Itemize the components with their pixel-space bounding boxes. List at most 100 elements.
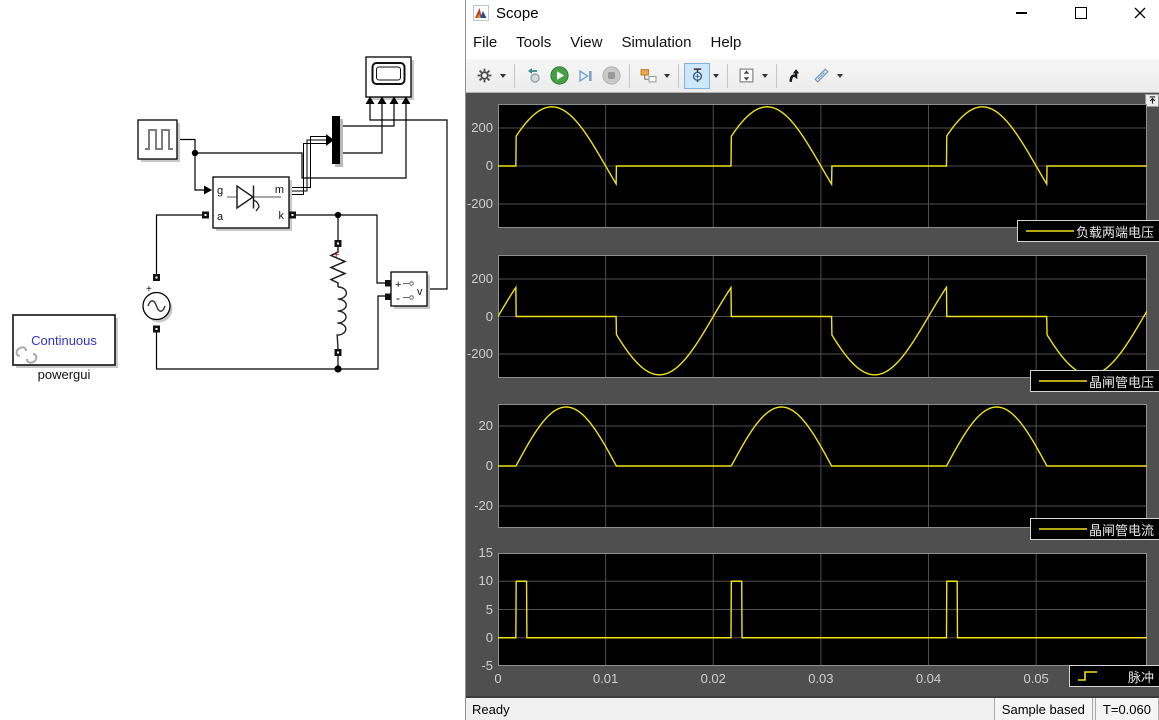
powergui-mode-label: Continuous	[31, 333, 97, 348]
port-square-k-center	[292, 214, 294, 216]
menu-simulation[interactable]: Simulation	[621, 34, 691, 51]
step-forward-icon	[576, 67, 594, 85]
toolbar-separator	[629, 64, 630, 88]
port-label-m: m	[275, 184, 284, 196]
panel-arrow-icon	[1147, 95, 1158, 106]
measurements-ruler-icon	[813, 67, 830, 84]
statusbar: Ready Sample based T=0.060	[466, 696, 1159, 720]
plot-svg-thyristor-voltage	[498, 255, 1147, 378]
port-label-a: a	[217, 211, 224, 223]
rlc-port-bottom-center	[337, 352, 339, 354]
vm-port-plus	[385, 280, 392, 287]
matlab-scope-icon	[473, 5, 489, 21]
voltage-measurement-block[interactable]: + - v	[385, 272, 430, 309]
trigger-dropdown[interactable]	[710, 63, 722, 89]
signal-layout-dropdown[interactable]	[661, 63, 673, 89]
y-tick-label: -20	[466, 498, 493, 513]
status-sample-mode: Sample based	[994, 698, 1093, 720]
stop-icon	[602, 66, 621, 85]
toolbar	[466, 59, 1159, 93]
trigger-button[interactable]	[684, 63, 710, 89]
toolbar-separator	[678, 64, 679, 88]
y-tick-label: 10	[466, 573, 493, 588]
x-tick-label: 0.04	[907, 671, 951, 686]
vm-port-minus	[385, 294, 392, 301]
zoom-fit-dropdown[interactable]	[759, 63, 771, 89]
screen: g m a k	[0, 0, 1159, 720]
zoom-fit-icon	[738, 67, 755, 84]
menu-file[interactable]: File	[473, 34, 497, 51]
stop-button[interactable]	[598, 63, 624, 89]
maximize-icon	[1075, 7, 1087, 19]
status-cells: Sample based T=0.060	[992, 698, 1159, 720]
source-port-plus-center	[156, 277, 158, 279]
toolbar-separator	[727, 64, 728, 88]
expand-panel-button[interactable]	[1145, 94, 1159, 107]
maximize-button[interactable]	[1058, 0, 1103, 26]
plot-svg-gate-pulse	[498, 553, 1147, 666]
legend-thyristor-voltage[interactable]: 晶闸管电压	[1030, 370, 1159, 392]
legend-label: 晶闸管电压	[1089, 372, 1159, 391]
legend-label: 晶闸管电流	[1089, 520, 1159, 539]
port-square-a-center	[205, 214, 207, 216]
status-text: Ready	[472, 702, 510, 717]
measurements-button[interactable]	[808, 63, 834, 89]
wire-demux-out2	[341, 104, 382, 153]
source-plus-label: +	[146, 284, 152, 295]
demux-block[interactable]	[332, 116, 343, 167]
snapshot-icon	[787, 67, 804, 84]
step-forward-button[interactable]	[572, 63, 598, 89]
menu-help[interactable]: Help	[711, 34, 742, 51]
port-label-g: g	[217, 185, 223, 197]
scope-plot-thyristor-voltage[interactable]	[498, 255, 1147, 378]
legend-label: 负载两端电压	[1076, 222, 1159, 241]
menu-view[interactable]: View	[570, 34, 602, 51]
scope-plot-thyristor-current[interactable]	[498, 404, 1147, 528]
ac-voltage-source-block[interactable]: +	[143, 274, 173, 333]
junction-dot	[334, 365, 341, 372]
thyristor-block[interactable]: g m a k	[202, 177, 296, 231]
status-sim-time: T=0.060	[1095, 698, 1159, 720]
step-back-button[interactable]	[520, 63, 546, 89]
inductor-icon	[337, 287, 346, 349]
signal-layout-icon	[640, 67, 657, 84]
scope-display-area: 2000-200负载两端电压2000-200晶闸管电压200-20晶闸管电流15…	[466, 93, 1159, 696]
zoom-fit-button[interactable]	[733, 63, 759, 89]
settings-button[interactable]	[471, 63, 497, 89]
pulse-generator-block[interactable]	[138, 120, 180, 162]
model-diagram: g m a k	[0, 0, 465, 720]
settings-dropdown[interactable]	[497, 63, 509, 89]
close-button[interactable]	[1117, 0, 1159, 26]
titlebar[interactable]: Scope	[466, 0, 1159, 26]
window-title: Scope	[496, 5, 539, 22]
scope-plot-gate-pulse[interactable]	[498, 553, 1147, 666]
y-tick-label: 0	[466, 309, 493, 324]
plot-svg-thyristor-current	[498, 404, 1147, 528]
close-icon	[1134, 7, 1146, 19]
legend-thyristor-current[interactable]: 晶闸管电流	[1030, 518, 1159, 540]
snapshot-button[interactable]	[782, 63, 808, 89]
junction-dot	[335, 212, 341, 218]
scope-block[interactable]	[366, 57, 415, 104]
run-button[interactable]	[546, 63, 572, 89]
scope-plot-load-voltage[interactable]	[498, 104, 1147, 228]
simulink-model-canvas[interactable]: g m a k	[0, 0, 465, 720]
run-icon	[550, 66, 569, 85]
gate-input-arrow	[204, 186, 212, 195]
scope-screen-icon	[373, 63, 405, 84]
minimize-icon	[1016, 12, 1027, 14]
menu-tools[interactable]: Tools	[516, 34, 551, 51]
legend-line-sample	[1077, 669, 1099, 683]
series-rlc-branch-block[interactable]: +	[331, 240, 346, 356]
legend-load-voltage[interactable]: 负载两端电压	[1017, 220, 1159, 242]
legend-gate-pulse[interactable]: 脉冲	[1069, 665, 1159, 687]
chevron-down-icon	[664, 74, 670, 78]
signal-curve-load-voltage	[498, 107, 1147, 184]
signal-layout-button[interactable]	[635, 63, 661, 89]
chevron-down-icon	[713, 74, 719, 78]
minimize-button[interactable]	[999, 0, 1044, 26]
measurements-dropdown[interactable]	[834, 63, 846, 89]
rlc-port-top-center	[337, 243, 339, 245]
scope-window: Scope File Tools View Simulation Help	[465, 0, 1159, 720]
powergui-block[interactable]: Continuous powergui	[13, 315, 118, 382]
